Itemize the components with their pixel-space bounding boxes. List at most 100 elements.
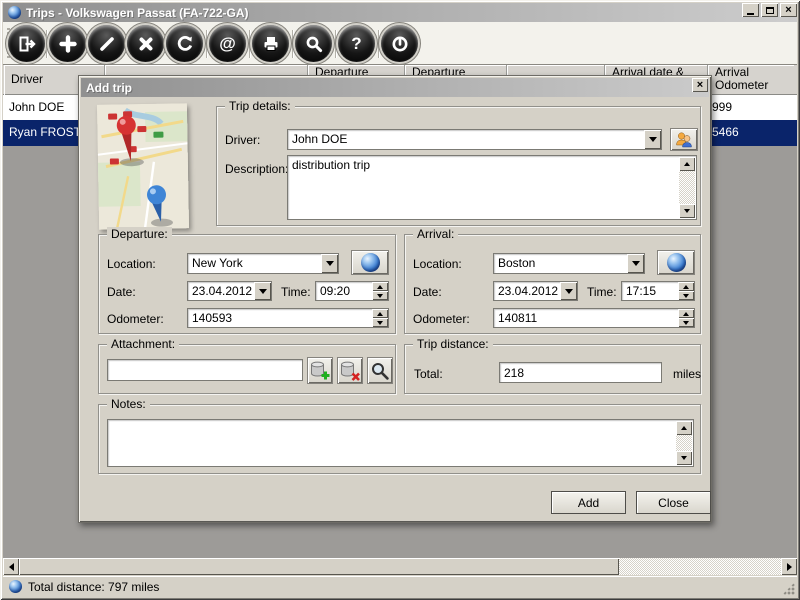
- email-button[interactable]: @: [209, 25, 246, 62]
- attachment-remove-button[interactable]: [337, 357, 363, 384]
- spin-up-button[interactable]: [678, 282, 694, 291]
- toolbar: @ ?: [3, 22, 797, 65]
- time-label: Time:: [281, 285, 311, 299]
- horizontal-scrollbar[interactable]: [3, 558, 797, 575]
- notes-textarea[interactable]: [107, 419, 694, 467]
- dialog-titlebar: Add trip: [81, 78, 709, 97]
- question-icon: ?: [351, 35, 361, 52]
- exit-button[interactable]: [8, 25, 45, 62]
- departure-odometer-value: 140593: [192, 311, 232, 325]
- delete-button[interactable]: [127, 25, 164, 62]
- total-distance-input[interactable]: [499, 362, 662, 383]
- spin-down-button[interactable]: [678, 291, 694, 300]
- people-icon: [674, 130, 694, 150]
- help-button[interactable]: ?: [338, 25, 375, 62]
- exit-icon: [17, 34, 37, 54]
- arrow-up-icon: [377, 285, 383, 289]
- departure-location-value: New York: [192, 256, 243, 270]
- arrival-location-dropdown[interactable]: [627, 254, 644, 273]
- description-scrollbar[interactable]: [679, 157, 695, 218]
- add-button[interactable]: [49, 25, 86, 62]
- scroll-right-button[interactable]: [781, 558, 797, 575]
- dialog-close-button[interactable]: ×: [692, 78, 708, 92]
- scroll-left-button[interactable]: [3, 558, 19, 575]
- status-text: Total distance: 797 miles: [28, 580, 159, 594]
- cell-arrival-odometer: 999: [712, 100, 732, 114]
- arrival-map-button[interactable]: [657, 250, 695, 275]
- maximize-button[interactable]: [761, 3, 778, 17]
- app-globe-icon: [8, 6, 21, 19]
- power-button[interactable]: [381, 25, 418, 62]
- map-preview: [97, 103, 189, 230]
- description-value: distribution trip: [292, 158, 370, 172]
- departure-odometer-spinner[interactable]: 140593: [187, 308, 389, 328]
- close-button[interactable]: ×: [780, 3, 797, 17]
- group-legend: Attachment:: [107, 337, 179, 351]
- arrow-up-icon: [377, 312, 383, 316]
- close-dialog-button[interactable]: Close: [636, 491, 711, 514]
- location-label: Location:: [413, 257, 462, 271]
- scroll-down-button[interactable]: [679, 204, 695, 218]
- group-legend: Departure:: [107, 227, 172, 241]
- arrival-odometer-spinner[interactable]: 140811: [493, 308, 695, 328]
- spin-down-button[interactable]: [372, 318, 388, 327]
- globe-icon: [361, 253, 380, 272]
- header-label: Odometer: [715, 79, 794, 92]
- odometer-label: Odometer:: [107, 312, 164, 326]
- departure-map-button[interactable]: [351, 250, 389, 275]
- group-legend: Notes:: [107, 397, 150, 411]
- cell-driver: John DOE: [9, 100, 64, 114]
- notes-scrollbar[interactable]: [676, 421, 692, 465]
- dialog-title: Add trip: [86, 81, 132, 95]
- refresh-button[interactable]: [166, 25, 203, 62]
- spin-up-button[interactable]: [372, 282, 388, 291]
- printer-icon: [261, 34, 281, 54]
- print-button[interactable]: [252, 25, 289, 62]
- departure-date-dropdown[interactable]: [254, 282, 271, 300]
- scroll-up-button[interactable]: [676, 421, 692, 435]
- arrival-time-spinner[interactable]: 17:15: [621, 281, 695, 301]
- edit-button[interactable]: [88, 25, 125, 62]
- departure-time-spinner[interactable]: 09:20: [315, 281, 389, 301]
- departure-location-combobox[interactable]: New York: [187, 253, 339, 274]
- scrollbar-thumb[interactable]: [19, 558, 619, 575]
- magnifier-icon: [369, 360, 391, 382]
- group-legend: Arrival:: [413, 227, 458, 241]
- arrow-down-icon: [681, 456, 687, 460]
- arrow-down-icon: [684, 209, 690, 213]
- notes-group: Notes:: [98, 404, 701, 474]
- arrival-date-dropdown[interactable]: [560, 282, 577, 300]
- driver-combobox[interactable]: John DOE: [287, 129, 662, 150]
- group-legend: Trip distance:: [413, 337, 493, 351]
- attachment-add-button[interactable]: [307, 357, 333, 384]
- spin-down-button[interactable]: [372, 291, 388, 300]
- spin-down-button[interactable]: [678, 318, 694, 327]
- arrow-left-icon: [9, 563, 14, 571]
- minimize-button[interactable]: [742, 3, 759, 17]
- attachment-view-button[interactable]: [367, 357, 393, 384]
- arrow-up-icon: [681, 426, 687, 430]
- time-label: Time:: [587, 285, 617, 299]
- arrival-location-combobox[interactable]: Boston: [493, 253, 645, 274]
- arrow-down-icon: [377, 321, 383, 325]
- chevron-down-icon: [259, 289, 267, 294]
- scroll-up-button[interactable]: [679, 157, 695, 171]
- spin-up-button[interactable]: [678, 309, 694, 318]
- close-icon: ×: [785, 5, 791, 15]
- departure-time-value: 09:20: [320, 284, 350, 298]
- driver-dropdown-button[interactable]: [644, 130, 661, 149]
- departure-date-picker[interactable]: 23.04.2012: [187, 281, 272, 301]
- attachment-input[interactable]: [107, 359, 303, 381]
- header-cell-arrival-odometer[interactable]: Arrival Odometer: [708, 65, 794, 95]
- scroll-down-button[interactable]: [676, 451, 692, 465]
- search-button[interactable]: [295, 25, 332, 62]
- description-textarea[interactable]: distribution trip: [287, 155, 697, 220]
- select-driver-button[interactable]: [670, 128, 698, 151]
- resize-grip[interactable]: [782, 582, 795, 595]
- toolbar-separator: [292, 30, 293, 58]
- departure-location-dropdown[interactable]: [321, 254, 338, 273]
- total-label: Total:: [414, 367, 443, 381]
- spin-up-button[interactable]: [372, 309, 388, 318]
- arrival-date-picker[interactable]: 23.04.2012: [493, 281, 578, 301]
- add-trip-button[interactable]: Add: [551, 491, 626, 514]
